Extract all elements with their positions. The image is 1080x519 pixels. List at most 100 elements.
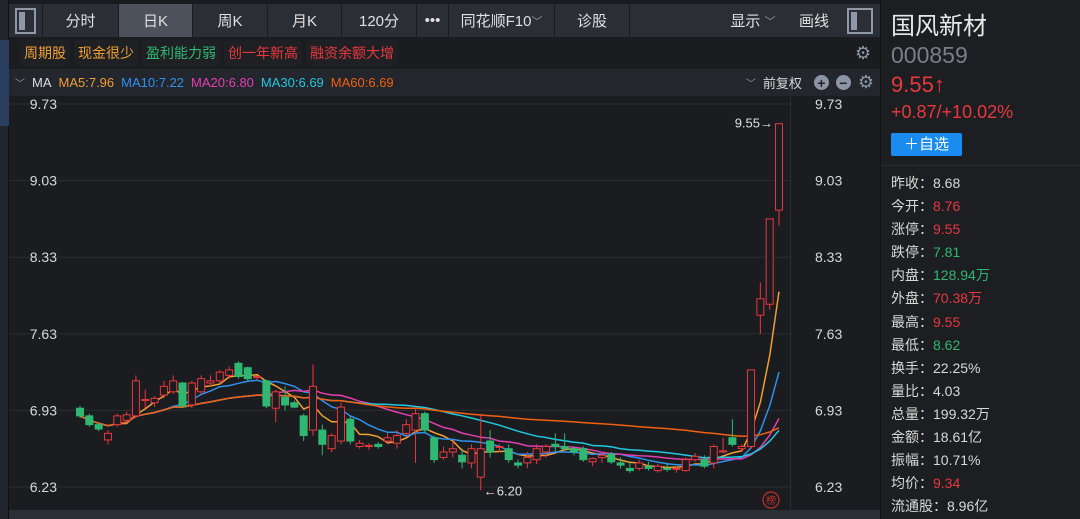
rank-badge-text: 榜 xyxy=(766,494,776,507)
candle-body xyxy=(532,448,541,461)
candle-body xyxy=(607,453,616,463)
divider xyxy=(881,165,1080,166)
candle-body xyxy=(309,385,317,431)
candle-body xyxy=(94,424,103,430)
stat-row: 金额：18.61亿 xyxy=(891,426,990,449)
candle-body xyxy=(346,418,355,442)
display-label: 显示 xyxy=(730,13,761,30)
zoom-out-icon[interactable]: − xyxy=(835,75,851,90)
stat-label: 跌停： xyxy=(891,244,933,261)
candle-body xyxy=(271,391,280,409)
tag-badge[interactable]: 盈利能力弱 xyxy=(142,40,220,66)
candlestick-chart[interactable]: 9.73 9.73 9.03 9.03 8.33 8.33 7.63 7.63 6.93 6.93… xyxy=(9,96,880,510)
candle-body xyxy=(644,465,653,469)
stat-value: 8.68 xyxy=(933,175,961,191)
stat-value: 128.94万 xyxy=(933,267,990,284)
more-button[interactable]: ••• xyxy=(417,4,449,37)
candle-body xyxy=(150,397,159,404)
tag-badge[interactable]: 融资余额大增 xyxy=(306,40,398,66)
toggle-right-panel-button[interactable] xyxy=(840,4,880,37)
candle-body xyxy=(336,406,345,442)
candle-body xyxy=(103,432,112,441)
display-dropdown[interactable]: 显示 ﹀ xyxy=(718,4,788,37)
y-tick-label: 9.73 xyxy=(815,96,842,112)
ma-value: MA20:6.80 xyxy=(191,75,254,90)
stat-value: 9.34 xyxy=(933,475,961,492)
ma-value: MA10:7.22 xyxy=(121,75,185,90)
candle-body xyxy=(747,369,756,448)
add-watchlist-button[interactable]: ＋自选 xyxy=(891,133,962,156)
tab-minute[interactable]: 分时 xyxy=(43,4,119,37)
y-tick-label: 9.73 xyxy=(30,96,57,112)
y-tick-label: 6.23 xyxy=(815,479,842,495)
stat-label: 最高： xyxy=(891,313,933,330)
stock-code: 000859 xyxy=(891,42,968,68)
candle-body xyxy=(476,448,485,478)
candle-body xyxy=(588,458,597,463)
tag-badge[interactable]: 现金很少 xyxy=(74,40,138,66)
candle-body xyxy=(253,375,262,379)
stat-value: 9.55 xyxy=(933,221,961,238)
y-tick-label: 8.33 xyxy=(30,249,57,265)
tab-weekly-k[interactable]: 周K xyxy=(193,4,268,37)
tab-120min[interactable]: 120分 xyxy=(342,4,417,37)
candle-body xyxy=(131,380,140,417)
candle-body xyxy=(448,448,457,453)
candle-body xyxy=(215,371,224,382)
gear-icon[interactable]: ⚙ xyxy=(858,72,874,93)
stat-value: 199.32万 xyxy=(933,405,990,422)
candle-body xyxy=(737,446,746,450)
candle-body xyxy=(439,451,448,458)
stat-value: 8.76 xyxy=(933,198,961,215)
y-tick-label: 8.33 xyxy=(815,249,842,265)
y-tick-label: 6.93 xyxy=(815,402,842,418)
bottom-bar xyxy=(9,510,880,519)
tag-bar: 周期股 现金很少 盈利能力弱 创一年新高 融资余额大增 xyxy=(9,37,880,69)
stat-label: 流通股： xyxy=(891,498,947,515)
tab-monthly-k[interactable]: 月K xyxy=(268,4,342,37)
candle-body xyxy=(197,378,206,393)
toggle-left-panel-button[interactable] xyxy=(9,4,43,37)
candle-body xyxy=(430,437,439,461)
candle-body xyxy=(402,424,411,434)
f10-label: 同花顺F10 xyxy=(460,13,532,30)
candle-body xyxy=(243,367,252,380)
stat-label: 总量： xyxy=(891,405,933,422)
adjust-dropdown[interactable]: 前复权 xyxy=(763,73,802,92)
candle-body xyxy=(355,442,364,448)
tag-badge[interactable]: 周期股 xyxy=(20,40,70,66)
candle-body xyxy=(187,382,196,406)
tab-daily-k[interactable]: 日K xyxy=(119,4,193,37)
candle-body xyxy=(411,413,420,431)
stat-row: 跌停：7.81 xyxy=(891,241,990,264)
stat-value: 7.81 xyxy=(933,244,961,261)
draw-line-button[interactable]: 画线 xyxy=(788,4,840,37)
candle-body xyxy=(327,435,336,450)
left-sidebar xyxy=(0,0,9,519)
stat-row: 振幅：10.71% xyxy=(891,449,990,472)
low-price-label: ←6.20 xyxy=(484,483,522,498)
candle-body xyxy=(234,362,243,377)
candle-body xyxy=(85,415,94,426)
stat-value: 4.03 xyxy=(933,382,961,399)
stat-label: 今开： xyxy=(891,198,933,215)
gear-icon[interactable]: ⚙ xyxy=(855,43,871,64)
candle-body xyxy=(700,459,709,467)
price-change: +0.87/+10.02% xyxy=(891,102,1014,122)
candle-body xyxy=(625,467,634,472)
y-tick-label: 6.93 xyxy=(30,402,57,418)
f10-dropdown[interactable]: 同花顺F10 ﹀ xyxy=(449,4,555,37)
candle-body xyxy=(504,448,513,461)
ma-label[interactable]: MA xyxy=(32,75,52,90)
stat-value: 9.55 xyxy=(933,313,961,330)
sidebar-indicator xyxy=(0,40,9,126)
stat-label: 昨收： xyxy=(891,175,933,191)
stat-value: 8.96亿 xyxy=(947,498,989,515)
high-price-label: 9.55→ xyxy=(735,116,773,131)
collapse-chevron-icon[interactable]: ﹀ xyxy=(15,75,25,90)
tag-badge[interactable]: 创一年新高 xyxy=(224,40,302,66)
candle-body xyxy=(76,407,84,417)
candle-body xyxy=(392,435,401,444)
diagnose-button[interactable]: 诊股 xyxy=(555,4,630,37)
zoom-in-icon[interactable]: + xyxy=(813,75,829,90)
